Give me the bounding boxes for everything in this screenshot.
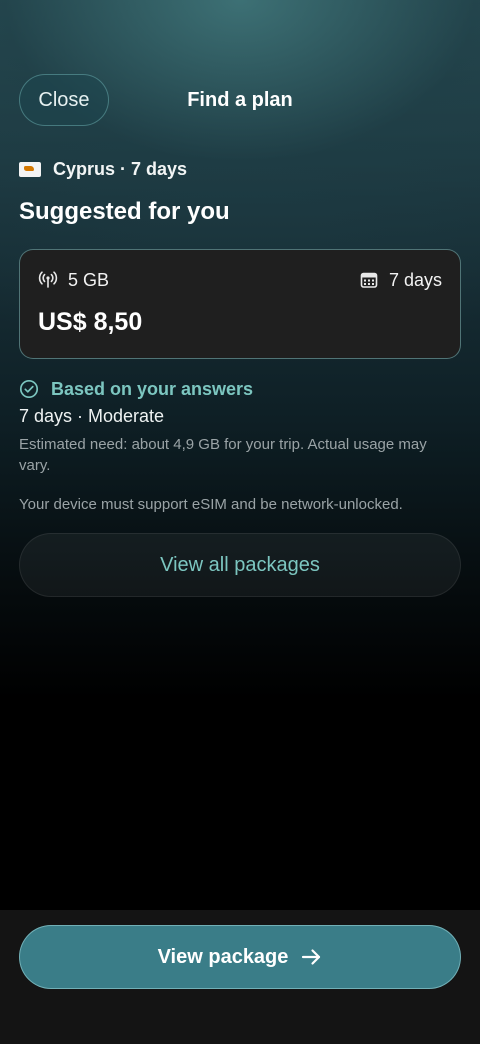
recommendation-heading-label: Based on your answers <box>51 378 254 399</box>
check-circle-icon <box>19 379 39 399</box>
view-all-packages-button[interactable]: View all packages <box>19 533 461 597</box>
plan-data-label: 5 GB <box>68 269 110 290</box>
cyprus-flag-icon <box>19 161 41 177</box>
trip-location-label: Cyprus · 7 days <box>53 158 188 179</box>
bottom-action-bar: View package <box>0 910 480 1044</box>
suggested-plan-card[interactable]: 5 GB 7 days US$ 8,50 <box>19 249 461 359</box>
device-requirement-note: Your device must support eSIM and be net… <box>19 496 403 513</box>
header: Find a plan Close <box>0 74 480 128</box>
calendar-icon <box>359 270 379 290</box>
recommendation-heading: Based on your answers <box>19 377 253 401</box>
trip-location: Cyprus · 7 days <box>19 156 187 182</box>
suggested-title: Suggested for you <box>19 198 230 225</box>
find-plan-screen: Find a plan Close Cyprus · 7 days Sugges… <box>0 0 480 1044</box>
plan-duration: 7 days <box>359 268 442 292</box>
usage-profile: 7 days · Moderate <box>19 406 165 426</box>
close-button[interactable]: Close <box>19 74 109 126</box>
view-package-button[interactable]: View package <box>19 925 461 989</box>
estimated-need: Estimated need: about 4,9 GB for your tr… <box>19 436 427 474</box>
view-package-label: View package <box>157 945 289 968</box>
plan-data-amount: 5 GB <box>38 268 109 292</box>
arrow-right-icon <box>300 946 322 968</box>
plan-price: US$ 8,50 <box>38 308 143 336</box>
signal-antenna-icon <box>38 270 58 290</box>
plan-duration-label: 7 days <box>388 269 442 290</box>
